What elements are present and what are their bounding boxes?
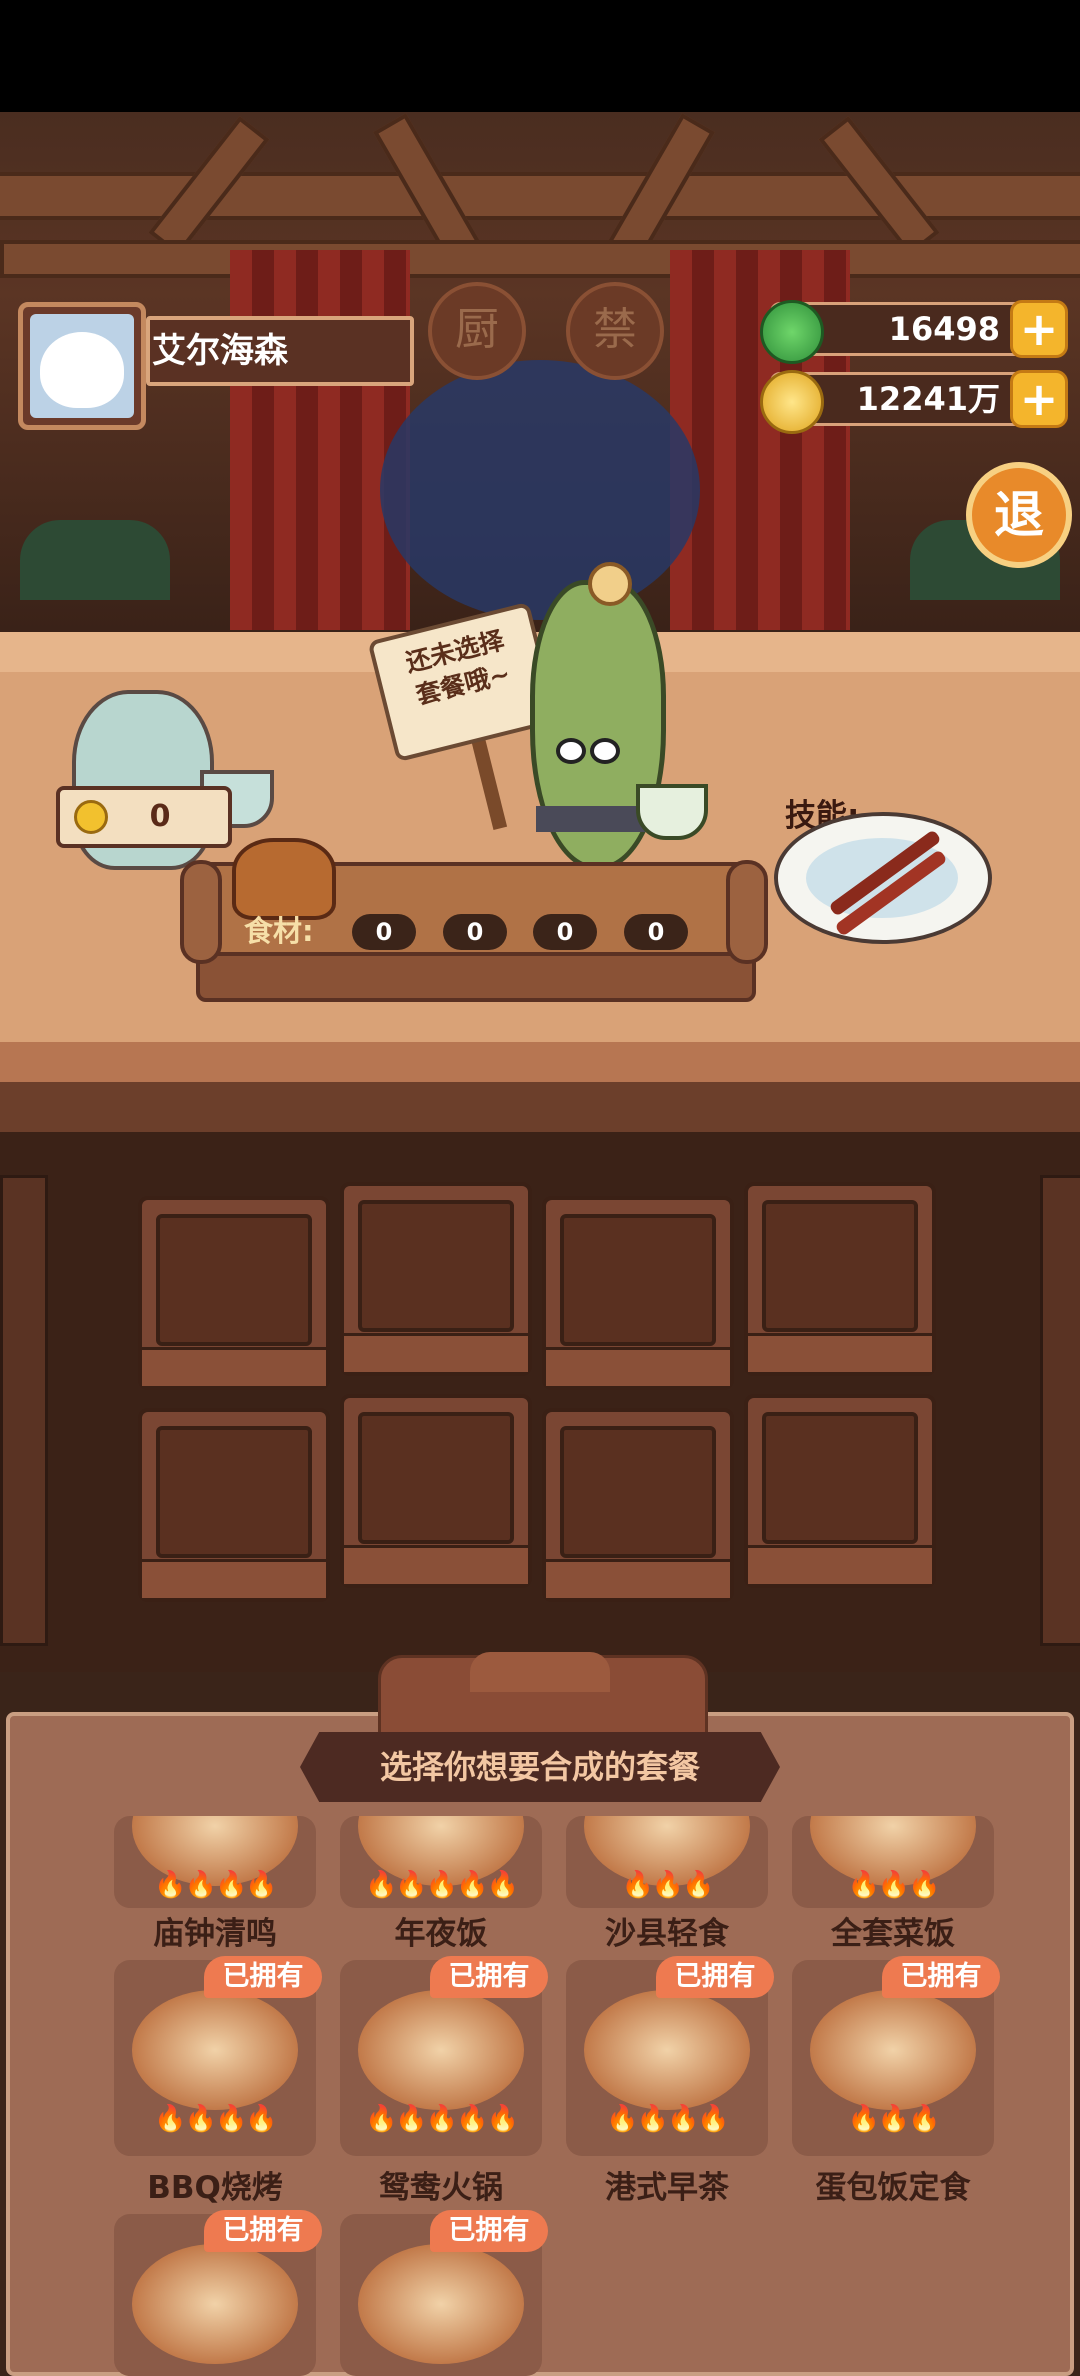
difficulty-flames: 🔥🔥🔥: [621, 1870, 714, 1900]
plant-decoration: [20, 520, 170, 600]
eye-icon: [556, 738, 586, 764]
ingredient-pot-icon: [232, 838, 336, 920]
drawer-inner: [358, 1200, 514, 1332]
drawer-inner: [156, 1214, 312, 1346]
ingredient-slot: 0: [624, 914, 688, 950]
difficulty-flames: 🔥🔥🔥: [847, 1870, 940, 1900]
drawer-inner: [156, 1426, 312, 1558]
drawer[interactable]: [744, 1182, 936, 1376]
bottle-cork: [588, 562, 632, 606]
drawer-front: [344, 1333, 528, 1372]
difficulty-flames: 🔥🔥🔥🔥: [154, 1870, 278, 1900]
price-value: 0: [149, 799, 171, 834]
meal-image: [358, 1990, 524, 2110]
coin-icon: [74, 800, 108, 834]
meal-image: [584, 1990, 750, 2110]
ingredient-slot: 0: [443, 914, 507, 950]
player-name: 艾尔海森: [152, 331, 288, 371]
drawer-front: [546, 1347, 730, 1386]
drawer-inner: [762, 1412, 918, 1544]
exit-button[interactable]: 退: [966, 462, 1072, 568]
difficulty-flames: 🔥🔥🔥🔥: [606, 2104, 730, 2134]
owned-badge: 已拥有: [430, 2210, 548, 2252]
difficulty-flames: 🔥🔥🔥: [847, 2104, 940, 2134]
stage-sign-disc: 厨: [428, 282, 526, 380]
difficulty-flames: 🔥🔥🔥🔥🔥: [365, 2104, 519, 2134]
stage-beam: [0, 240, 1080, 278]
meal-card[interactable]: 🔥🔥🔥🔥: [114, 1816, 316, 1908]
drawer-inner: [560, 1426, 716, 1558]
meal-name: 沙县轻食: [605, 1916, 729, 1952]
drawer-inner: [762, 1200, 918, 1332]
ingredients-label: 食材:: [244, 914, 314, 948]
scroll-end: [180, 860, 222, 964]
drawer[interactable]: [340, 1182, 532, 1376]
owned-badge: 已拥有: [656, 1956, 774, 1998]
meal-name: 庙钟清鸣: [153, 1916, 277, 1952]
jade-value: 16498: [888, 310, 1000, 348]
drawer[interactable]: [138, 1408, 330, 1602]
drawer-front: [142, 1559, 326, 1598]
meal-card[interactable]: 🔥🔥🔥: [566, 1816, 768, 1908]
drawer-front: [748, 1545, 932, 1584]
panel-title: 选择你想要合成的套餐: [379, 1748, 700, 1786]
meal-name: 全套菜饭: [831, 1916, 955, 1952]
drawer-inner: [358, 1412, 514, 1544]
eye-icon: [590, 738, 620, 764]
meal-name: 港式早茶: [605, 2170, 729, 2206]
drawer[interactable]: [542, 1408, 734, 1602]
meal-image: [358, 2244, 524, 2364]
add-jade-button[interactable]: +: [1010, 300, 1068, 358]
meal-image: [132, 2244, 298, 2364]
coin-value: 12241万: [856, 380, 1000, 418]
tea-cup: [636, 784, 708, 840]
counter-front: [0, 1082, 1080, 1132]
owned-badge: 已拥有: [430, 1956, 548, 1998]
drawer-front: [344, 1545, 528, 1584]
ingredient-slot: 0: [533, 914, 597, 950]
ingredient-slot: 0: [352, 914, 416, 950]
meal-image: [132, 1990, 298, 2110]
scroll-end: [726, 860, 768, 964]
avatar[interactable]: [30, 314, 134, 418]
owned-badge: 已拥有: [882, 1956, 1000, 1998]
drawer-front: [142, 1347, 326, 1386]
meal-card[interactable]: 🔥🔥🔥🔥🔥: [340, 1816, 542, 1908]
drawer-inner: [560, 1214, 716, 1346]
meal-card[interactable]: 🔥🔥🔥: [792, 1816, 994, 1908]
difficulty-flames: 🔥🔥🔥🔥🔥: [365, 1870, 519, 1900]
panel-handle-top: [470, 1652, 610, 1692]
owned-badge: 已拥有: [204, 1956, 322, 1998]
curtain-left: [230, 250, 410, 630]
cabinet-post: [0, 1175, 48, 1646]
cat-avatar-icon: [40, 332, 124, 408]
meal-name: BBQ烧烤: [147, 2170, 283, 2206]
status-bar: [0, 0, 1080, 112]
meal-name: 鸳鸯火锅: [379, 2170, 503, 2206]
drawer[interactable]: [542, 1196, 734, 1390]
add-coin-button[interactable]: +: [1010, 370, 1068, 428]
drawer-front: [748, 1333, 932, 1372]
meal-name: 蛋包饭定食: [815, 2170, 971, 2206]
kitchen-logo-backdrop: [380, 360, 700, 620]
drawer-front: [546, 1559, 730, 1598]
drawer[interactable]: [744, 1394, 936, 1588]
counter-edge: [0, 1042, 1080, 1082]
meal-image: [810, 1990, 976, 2110]
cabinet-post: [1040, 1175, 1080, 1646]
meal-name: 年夜饭: [394, 1916, 488, 1952]
difficulty-flames: 🔥🔥🔥🔥: [154, 2104, 278, 2134]
owned-badge: 已拥有: [204, 2210, 322, 2252]
drawer[interactable]: [340, 1394, 532, 1588]
drawer[interactable]: [138, 1196, 330, 1390]
stage-sign-disc: 禁: [566, 282, 664, 380]
